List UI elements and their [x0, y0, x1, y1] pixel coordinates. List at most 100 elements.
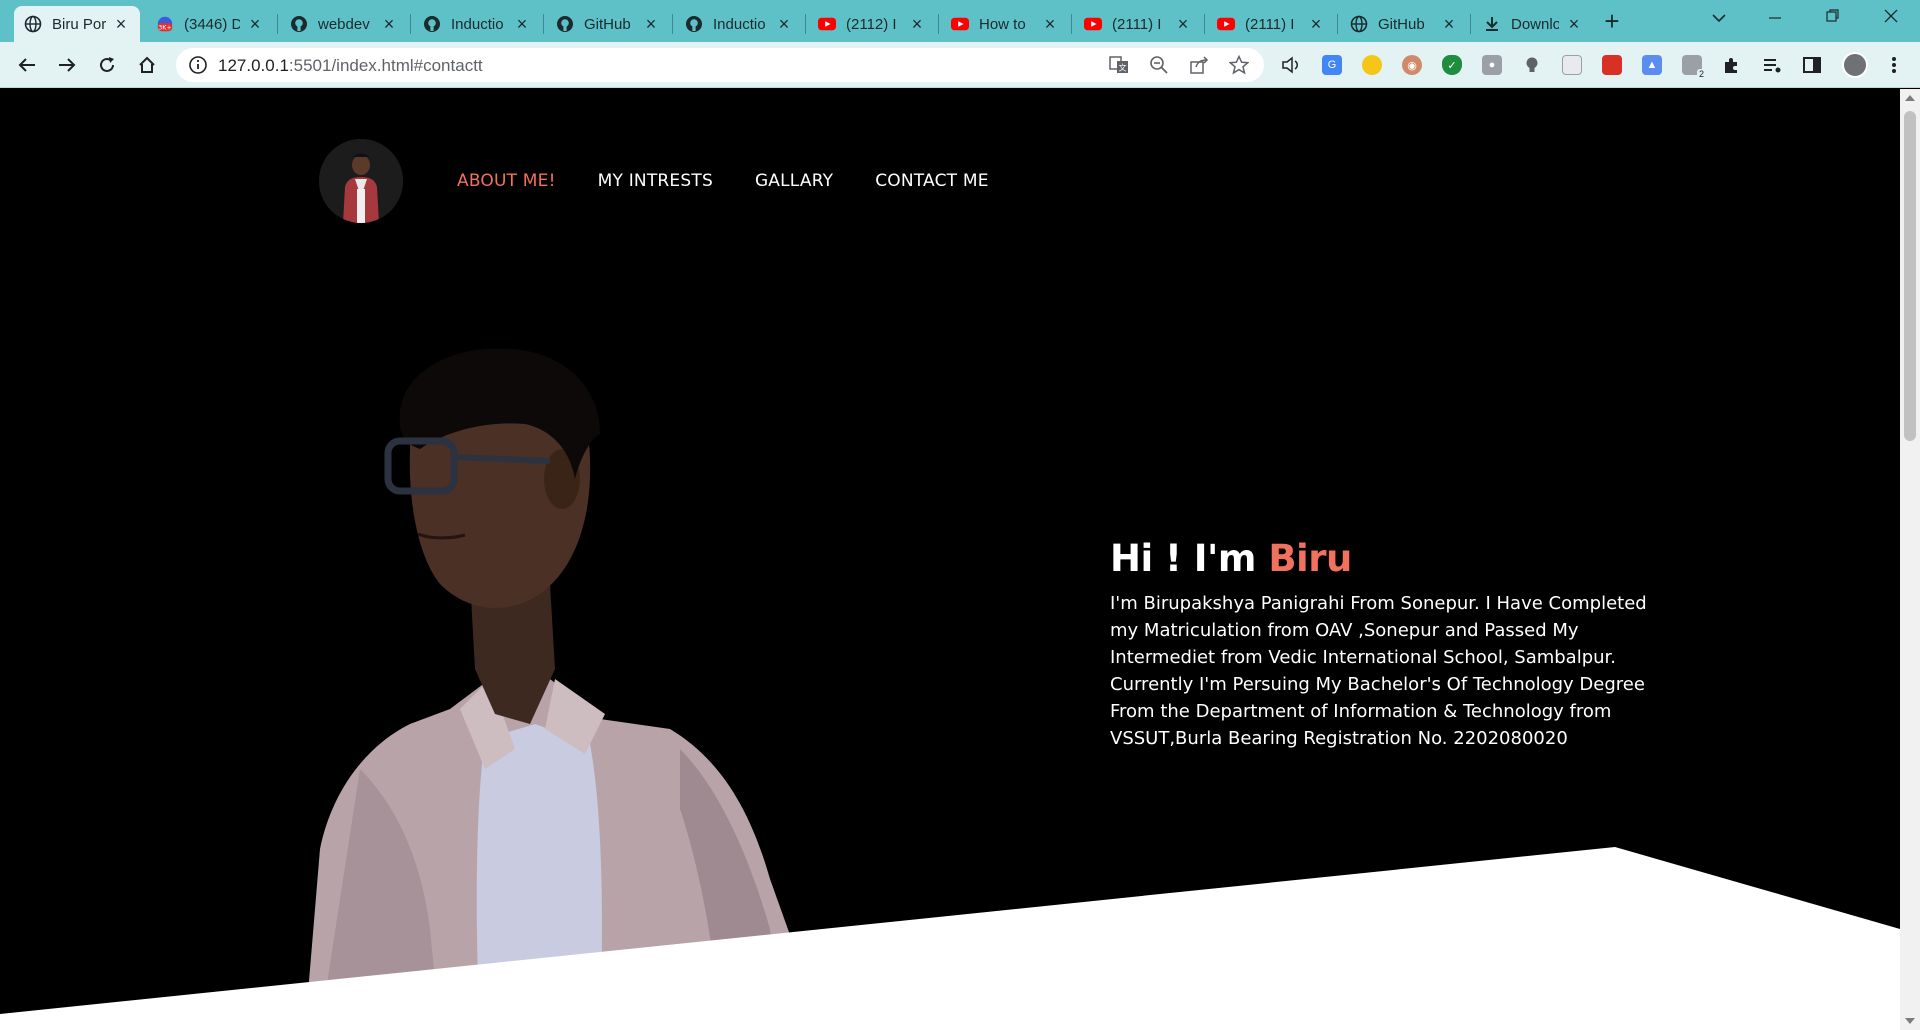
- close-icon[interactable]: ×: [112, 15, 130, 33]
- extensions-puzzle-icon[interactable]: [1722, 55, 1742, 75]
- tab-title: Downlo: [1511, 15, 1559, 33]
- url-text: 127.0.0.1:5501/index.html#contactt: [218, 56, 483, 75]
- side-panel-icon[interactable]: [1802, 55, 1822, 75]
- lightbulb-extension-icon[interactable]: [1522, 55, 1542, 75]
- close-icon[interactable]: ×: [775, 15, 793, 33]
- main-nav: ABOUT ME! MY INTRESTS GALLARY CONTACT ME: [457, 171, 989, 191]
- nav-my-interests[interactable]: MY INTRESTS: [598, 171, 713, 191]
- tab-title: Inductio: [451, 15, 504, 33]
- youtube-icon: [818, 15, 836, 33]
- bookmark-star-icon[interactable]: [1229, 55, 1249, 75]
- site-logo-avatar[interactable]: [319, 139, 403, 223]
- minimize-button[interactable]: [1752, 4, 1798, 34]
- close-icon[interactable]: ×: [513, 15, 531, 33]
- tab-title: GitHub: [584, 15, 631, 33]
- tab-item[interactable]: Inductio ×: [413, 6, 541, 42]
- tab-item[interactable]: Downlo ×: [1473, 6, 1593, 42]
- github-icon: [685, 15, 703, 33]
- tab-item[interactable]: GitHub ×: [1340, 6, 1468, 42]
- shield-extension-icon[interactable]: ✓: [1442, 55, 1462, 75]
- scroll-down-arrow[interactable]: [1905, 1018, 1915, 1024]
- close-window-button[interactable]: [1868, 4, 1914, 34]
- hero-heading: Hi ! I'm Biru: [1110, 537, 1352, 580]
- tab-title: (2111) I: [1112, 15, 1162, 33]
- tab-title: How to: [979, 15, 1026, 33]
- youtube-icon: [1084, 15, 1102, 33]
- close-icon[interactable]: ×: [642, 15, 660, 33]
- clipboard-extension-icon[interactable]: ▲: [1642, 55, 1662, 75]
- github-icon: [423, 15, 441, 33]
- media-queue-icon[interactable]: [1762, 55, 1782, 75]
- nav-contact-me[interactable]: CONTACT ME: [875, 171, 988, 191]
- tab-item[interactable]: (2112) I ×: [808, 6, 936, 42]
- scroll-up-arrow[interactable]: [1905, 95, 1915, 101]
- youtube-icon: [951, 15, 969, 33]
- restore-button[interactable]: [1810, 4, 1856, 34]
- tab-search-chevron-icon[interactable]: [1696, 4, 1742, 34]
- hero-bio: I'm Birupakshya Panigrahi From Sonepur. …: [1110, 593, 1647, 749]
- tab-item[interactable]: webdev ×: [280, 6, 408, 42]
- close-icon[interactable]: ×: [1440, 15, 1458, 33]
- tab-item[interactable]: 3K+ (3446) D ×: [146, 6, 274, 42]
- tab-biru-portfolio[interactable]: Biru Por ×: [14, 6, 140, 42]
- users-extension-icon[interactable]: 2: [1682, 55, 1706, 79]
- close-icon[interactable]: ×: [908, 15, 926, 33]
- tab-strip: Biru Por × 3K+ (3446) D × webdev × Induc…: [0, 0, 1920, 42]
- hero-intro: Hi ! I'm Biru I'm Birupakshya Panigrahi …: [1110, 537, 1670, 752]
- github-icon: [290, 15, 308, 33]
- download-icon: [1483, 15, 1501, 33]
- youtube-icon: [1217, 15, 1235, 33]
- nav-gallery[interactable]: GALLARY: [755, 171, 833, 191]
- tab-item[interactable]: Inductio ×: [675, 6, 803, 42]
- tab-item[interactable]: GitHub ×: [546, 6, 670, 42]
- hero-name: Biru: [1268, 537, 1352, 580]
- page-scrollbar[interactable]: [1900, 89, 1920, 1030]
- profile-avatar[interactable]: [1842, 52, 1868, 78]
- tab-title: (2112) I: [846, 15, 897, 33]
- share-icon[interactable]: [1189, 55, 1209, 75]
- person-extension-icon[interactable]: ●: [1482, 55, 1502, 75]
- google-translate-extension-icon[interactable]: G: [1322, 55, 1342, 75]
- close-icon[interactable]: ×: [1174, 15, 1192, 33]
- github-icon: [556, 15, 574, 33]
- bookmark-extension-icon[interactable]: [1602, 55, 1622, 75]
- tab-title: (3446) D: [184, 15, 240, 33]
- svg-text:文: 文: [1119, 63, 1127, 73]
- back-button[interactable]: [12, 50, 42, 80]
- reload-button[interactable]: [92, 50, 122, 80]
- tab-title: Inductio: [713, 15, 766, 33]
- zoom-out-icon[interactable]: [1149, 55, 1169, 75]
- reader-extension-icon[interactable]: [1562, 55, 1582, 75]
- close-icon[interactable]: ×: [1307, 15, 1325, 33]
- new-tab-button[interactable]: +: [1598, 8, 1626, 36]
- tab-item[interactable]: (2111) I ×: [1207, 6, 1335, 42]
- tab-title: webdev: [318, 15, 370, 33]
- tab-item[interactable]: (2111) I ×: [1074, 6, 1202, 42]
- read-aloud-icon[interactable]: [1281, 55, 1301, 75]
- browser-toolbar: 127.0.0.1:5501/index.html#contactt 文 G ◉…: [0, 42, 1920, 88]
- close-icon[interactable]: ×: [1565, 15, 1583, 33]
- hero-portrait-image: [305, 348, 800, 1029]
- kebab-menu-icon[interactable]: [1884, 55, 1904, 75]
- tab-item[interactable]: How to ×: [941, 6, 1069, 42]
- scrollbar-thumb[interactable]: [1904, 111, 1916, 441]
- tab-title: GitHub: [1378, 15, 1425, 33]
- notification-badge-icon: 3K+: [156, 15, 174, 33]
- address-bar[interactable]: 127.0.0.1:5501/index.html#contactt 文: [176, 48, 1264, 82]
- tab-title: Biru Por: [52, 15, 106, 33]
- nav-about-me[interactable]: ABOUT ME!: [457, 171, 556, 191]
- tab-title: (2111) I: [1245, 15, 1295, 33]
- svg-text:3K+: 3K+: [158, 24, 171, 31]
- globe-icon: [24, 15, 42, 33]
- close-icon[interactable]: ×: [380, 15, 398, 33]
- home-button[interactable]: [132, 50, 162, 80]
- translate-icon[interactable]: 文: [1109, 55, 1129, 75]
- close-icon[interactable]: ×: [246, 15, 264, 33]
- extension-badge: 2: [1696, 69, 1706, 79]
- owl-extension-icon[interactable]: ◉: [1402, 55, 1422, 75]
- forward-button[interactable]: [52, 50, 82, 80]
- close-icon[interactable]: ×: [1041, 15, 1059, 33]
- coin-extension-icon[interactable]: [1362, 55, 1382, 75]
- web-page: ABOUT ME! MY INTRESTS GALLARY CONTACT ME…: [0, 89, 1900, 1030]
- site-info-icon[interactable]: [188, 55, 208, 75]
